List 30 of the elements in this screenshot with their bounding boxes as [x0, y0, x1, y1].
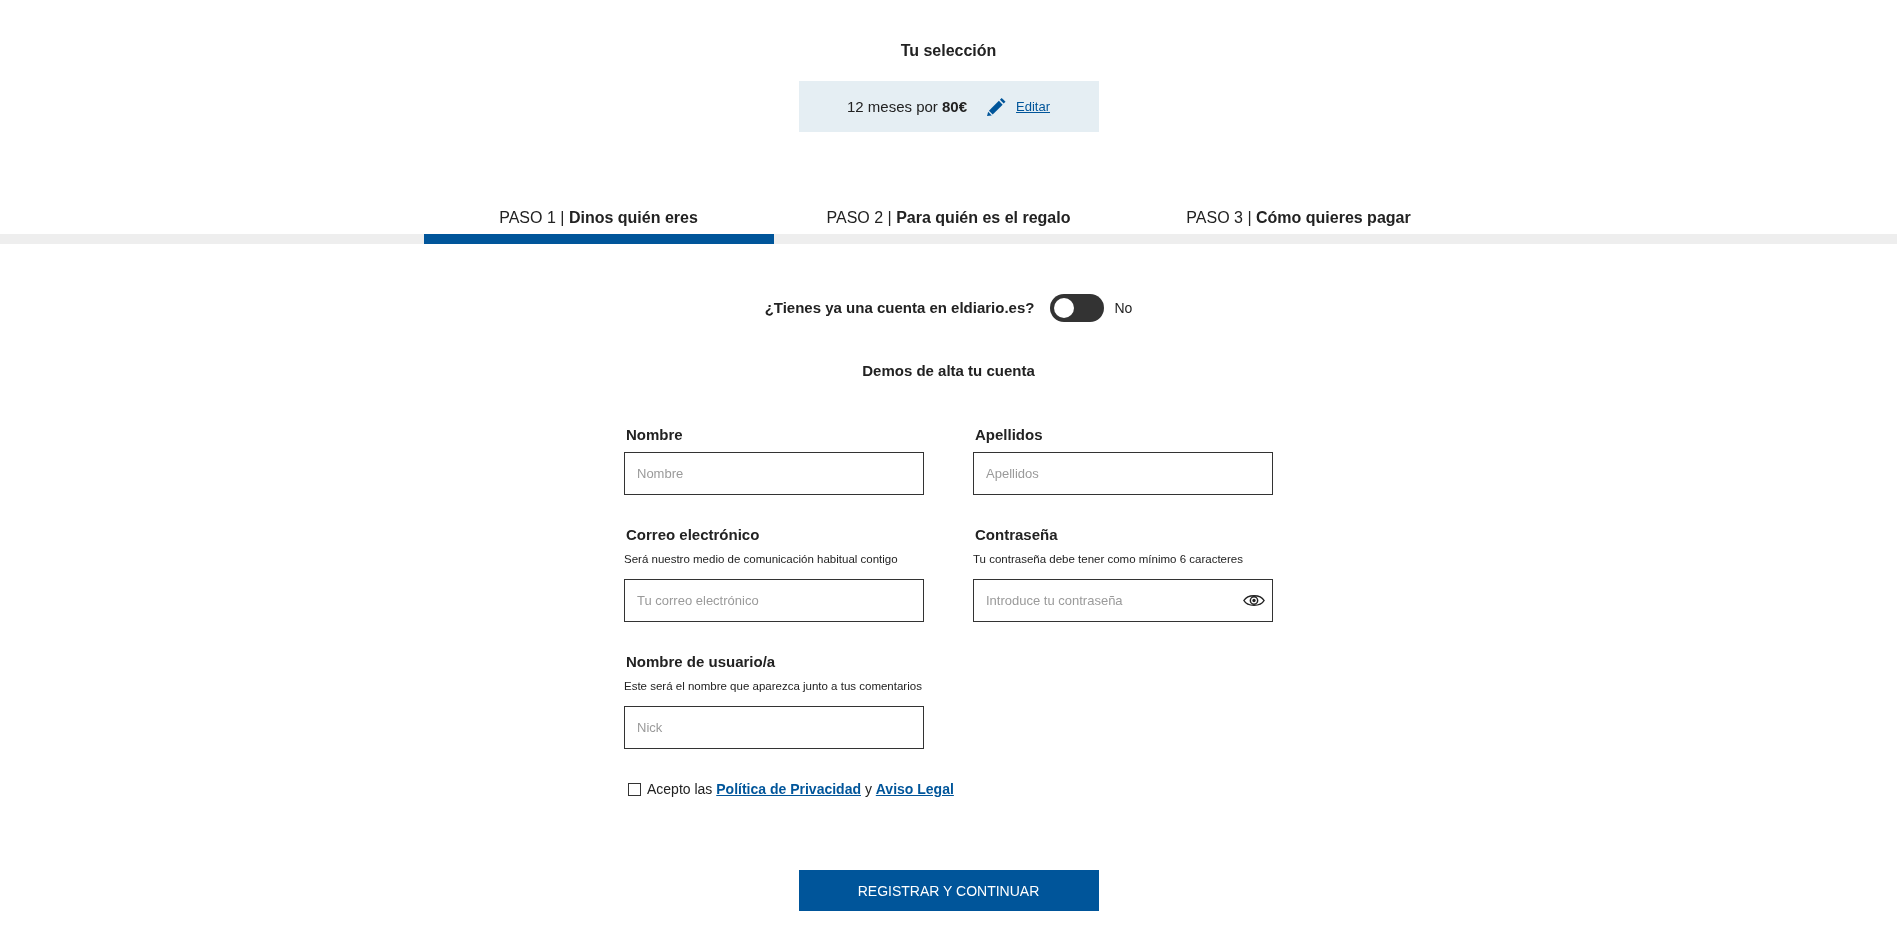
field-label: Apellidos [974, 426, 1043, 444]
policy-link[interactable]: Aviso Legal [875, 781, 954, 797]
checkbox[interactable] [628, 782, 641, 796]
toggle-switch[interactable] [1050, 294, 1105, 322]
password-field[interactable]: Introduce tu contraseña [973, 579, 1273, 622]
consent-text: Acepto las Política de Privacidad y Aviso Legal [647, 780, 954, 798]
selection-summary: 12 meses por 80€ [846, 97, 968, 116]
selection-title: Tu selección [900, 41, 997, 61]
edit-link[interactable]: Editar [1016, 98, 1050, 115]
field-label: Nombre [625, 426, 683, 444]
toggle-state-label: No [1114, 299, 1133, 317]
eye-icon[interactable] [1243, 593, 1265, 608]
form-title: Demos de alta tu cuenta [862, 361, 1035, 381]
field-hint: Este será el nombre que aparezca junto a tus comentarios [624, 679, 922, 693]
field-label: Nombre de usuario/a [625, 653, 776, 671]
account-question: ¿Tienes ya una cuenta en eldiario.es? [764, 298, 1035, 318]
input-field[interactable]: Apellidos [973, 452, 1273, 495]
pencil-icon[interactable] [987, 97, 1007, 116]
field-hint: Será nuestro medio de comunicación habitual contigo [624, 552, 898, 566]
field-label: Contraseña [974, 526, 1058, 544]
input-field[interactable]: Nick [624, 706, 924, 749]
input-field[interactable]: Tu correo electrónico [624, 579, 924, 622]
field-label: Correo electrónico [625, 526, 760, 544]
step-tab[interactable]: PASO 1 | Dinos quién eres [423, 202, 774, 244]
input-field[interactable]: Nombre [624, 452, 924, 495]
policy-link[interactable]: Política de Privacidad [716, 781, 861, 797]
step-tab[interactable]: PASO 3 | Cómo quieres pagar [1123, 202, 1474, 244]
field-hint: Tu contraseña debe tener como mínimo 6 caracteres [973, 552, 1243, 566]
submit-button[interactable]: REGISTRAR Y CONTINUAR [798, 870, 1099, 911]
step-tab[interactable]: PASO 2 | Para quién es el regalo [773, 202, 1124, 244]
